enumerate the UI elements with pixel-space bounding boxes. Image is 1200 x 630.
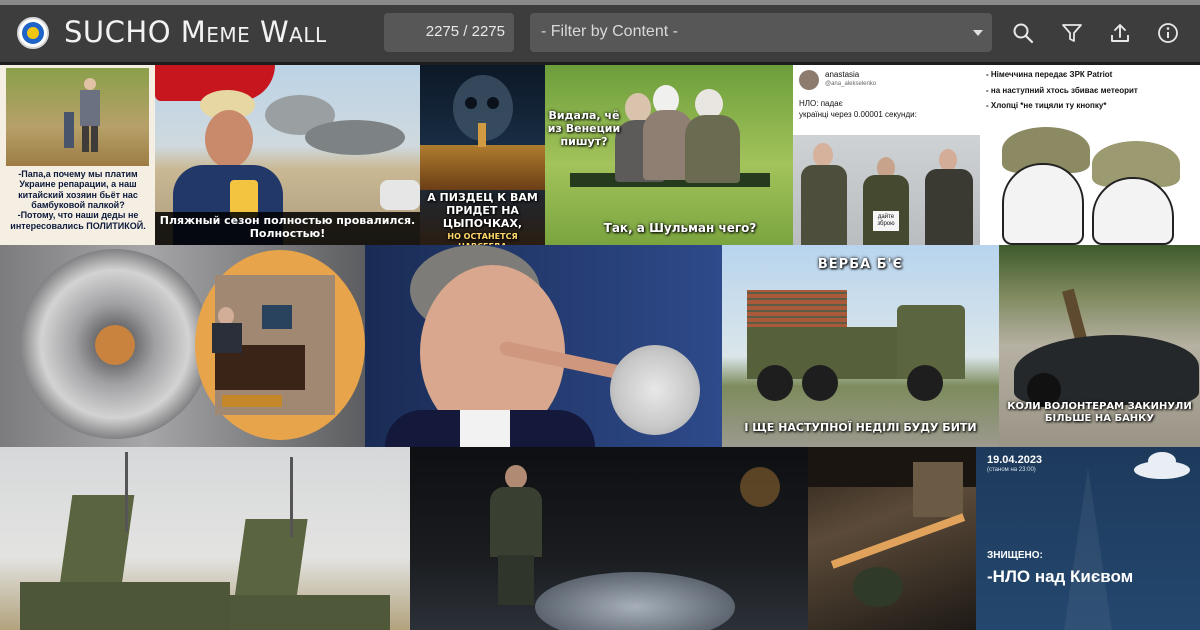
man-head (205, 110, 253, 168)
meme-caption-bottom: НО ОСТАНЕТСЯ НАВСЕГДА (447, 232, 518, 245)
meme-tile[interactable]: Видала, чё из Венеции пишут? Так, а Шуль… (545, 65, 793, 245)
antenna (125, 452, 128, 532)
meme-caption: ВЕРБА Б'Є (817, 257, 904, 272)
figure-leg (82, 126, 89, 152)
app-header: SUCHO Meme Wall 2275 / 2275 - Filter by … (0, 5, 1200, 62)
person-legs (498, 555, 534, 605)
boat (380, 180, 420, 210)
meme-tile[interactable] (0, 447, 410, 630)
meme-tile[interactable]: КОЛИ ВОЛОНТЕРАМ ЗАКИНУЛИ БІЛЬШЕ НА БАНКУ (999, 245, 1200, 447)
meme-caption: Пляжный сезон полностью провалился. Полн… (155, 212, 420, 245)
trees (853, 567, 903, 607)
infographic-date: 19.04.2023 (987, 454, 1043, 466)
filter-icon[interactable] (1061, 22, 1083, 44)
person-body (801, 165, 847, 245)
meme-tile[interactable]: -Папа,а почему мы платим Украине репарац… (0, 65, 155, 245)
meme-caption-bottom: Так, а Шульман чего? (603, 221, 757, 235)
rocket-launcher (747, 290, 847, 328)
feather-duster (610, 345, 700, 435)
meme-tile[interactable] (365, 245, 722, 447)
tweet-handle: @ana_alekselenko (825, 81, 877, 87)
meme-tile[interactable]: - Німеччина передає ЗРК Patriot - на нас… (980, 65, 1200, 245)
meme-caption: А ПИЗДЕЦ К ВАМ ПРИДЕТ НА ЦЫПОЧКАХ, (427, 191, 538, 231)
chair (222, 395, 282, 407)
truck-wheel (802, 365, 838, 401)
infographic-date-note: (станом на 23:00) (987, 467, 1036, 473)
skull-eye (465, 97, 477, 109)
truck-wheel (907, 365, 943, 401)
person-body (212, 323, 242, 353)
tweet-author: anastasia (825, 70, 860, 79)
person-body (925, 169, 973, 245)
tweet-photo: дайте зброю (793, 135, 980, 245)
meme-caption: - Німеччина передає ЗРК Patriot - на нас… (986, 70, 1138, 111)
person-body (863, 175, 909, 245)
person-body (490, 487, 542, 557)
truck-wheel (757, 365, 793, 401)
meme-tile[interactable] (0, 245, 365, 447)
infographic-value: -НЛО над Києвом (987, 567, 1134, 586)
missile-launcher (59, 495, 135, 585)
figure-head (84, 78, 96, 90)
tweet-text: НЛО: падає українці через 0.00001 секунд… (799, 99, 917, 119)
vault-lock (95, 325, 135, 365)
child-figure (64, 112, 74, 148)
skull-eye (487, 97, 499, 109)
filter-placeholder: - Filter by Content - (541, 23, 678, 40)
info-icon[interactable] (1157, 22, 1179, 44)
meme-tile[interactable]: 19.04.2023 (станом на 23:00) ЗНИЩЕНО: -Н… (976, 447, 1200, 630)
launcher-truck (20, 582, 230, 630)
antenna (290, 457, 293, 537)
light-glow (740, 467, 780, 507)
protest-sign: дайте зброю (873, 211, 899, 231)
meme-caption-bottom: І ЩЕ НАСТУПНОЇ НЕДІЛІ БУДУ БИТИ (744, 421, 977, 434)
street-lights (830, 513, 966, 569)
meme-caption: КОЛИ ВОЛОНТЕРАМ ЗАКИНУЛИ БІЛЬШЕ НА БАНКУ (1007, 401, 1192, 424)
content-filter-select[interactable]: - Filter by Content - (530, 13, 992, 52)
logo-core (27, 27, 39, 39)
infographic-label: ЗНИЩЕНО: (987, 550, 1043, 561)
app-title[interactable]: SUCHO Meme Wall (64, 15, 327, 49)
meme-tile[interactable]: А ПИЗДЕЦ К ВАМ ПРИДЕТ НА ЦЫПОЧКАХ, НО ОС… (420, 65, 545, 245)
meme-tile[interactable]: ВЕРБА Б'Є І ЩЕ НАСТУПНОЇ НЕДІЛІ БУДУ БИТ… (722, 245, 999, 447)
chevron-down-icon (973, 30, 983, 36)
meme-caption: -Папа,а почему мы платим Украине репарац… (10, 169, 146, 231)
shirt-collar (460, 410, 510, 447)
smoke-cloud (305, 120, 405, 155)
kremlin-tower (478, 123, 486, 147)
meme-image (6, 68, 149, 166)
ufo (535, 572, 735, 630)
ufo-dome (1148, 452, 1176, 470)
meme-tile[interactable] (410, 447, 808, 630)
figure-body (80, 90, 100, 126)
search-icon[interactable] (1012, 22, 1034, 44)
launcher-truck (230, 595, 390, 630)
building (913, 462, 963, 517)
grandma-body (685, 115, 740, 183)
pepe-face (1002, 163, 1084, 245)
kremlin-buildings (420, 145, 545, 190)
meme-tile[interactable]: Пляжный сезон полностью провалился. Полн… (155, 65, 420, 245)
avatar (799, 70, 819, 90)
upload-icon[interactable] (1109, 22, 1131, 44)
pepe-face (1092, 177, 1174, 245)
computer-monitor (262, 305, 292, 329)
person-head (939, 149, 957, 171)
meme-tile[interactable] (808, 447, 976, 630)
person-head (505, 465, 527, 489)
person-head (813, 143, 833, 167)
meme-caption: Видала, чё из Венеции пишут? (547, 109, 621, 149)
figure-leg (91, 126, 98, 152)
meme-counter: 2275 / 2275 (384, 13, 514, 52)
sucho-logo[interactable] (17, 17, 49, 49)
trident-watermark (1064, 467, 1112, 630)
meme-tile[interactable]: anastasia @ana_alekselenko НЛО: падає ук… (793, 65, 980, 245)
missile-launcher (234, 519, 308, 599)
